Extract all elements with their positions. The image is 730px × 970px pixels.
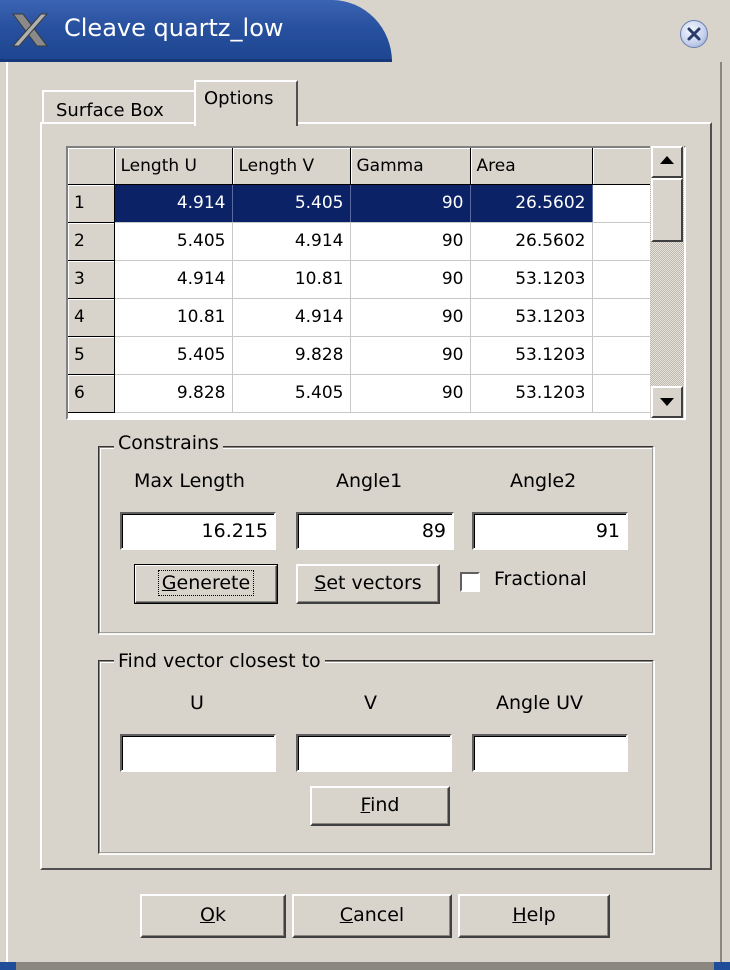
cell-gamma[interactable]: 90 xyxy=(350,184,471,223)
window-corner-right xyxy=(714,962,730,970)
cell-area[interactable]: 26.5602 xyxy=(470,184,593,223)
find-vector-legend: Find vector closest to xyxy=(114,650,325,672)
table-row[interactable]: 5 5.405 9.828 90 53.1203 xyxy=(68,336,650,375)
cell-length-u[interactable]: 5.405 xyxy=(114,336,233,375)
scrollbar-thumb[interactable] xyxy=(651,178,683,242)
cell-length-v[interactable]: 10.81 xyxy=(232,260,351,299)
cell-length-u[interactable]: 10.81 xyxy=(114,298,233,337)
cell-length-u[interactable]: 4.914 xyxy=(114,184,233,223)
window-border-left xyxy=(0,62,8,970)
cell-gamma[interactable]: 90 xyxy=(350,222,471,261)
title-bar[interactable]: Cleave quartz_low xyxy=(0,0,730,62)
angle-uv-label: Angle UV xyxy=(496,692,584,714)
arrow-down-icon xyxy=(660,398,674,406)
window-border-bottom xyxy=(8,962,720,970)
max-length-field[interactable]: 16.215 xyxy=(120,512,276,550)
column-header-gamma[interactable]: Gamma xyxy=(350,148,471,185)
angle2-label: Angle2 xyxy=(510,470,577,492)
cell-length-u[interactable]: 9.828 xyxy=(114,374,233,413)
column-header-empty xyxy=(592,148,651,185)
table-row[interactable]: 2 5.405 4.914 90 26.5602 xyxy=(68,222,650,261)
cell-length-u[interactable]: 4.914 xyxy=(114,260,233,299)
cell-area[interactable]: 26.5602 xyxy=(470,222,593,261)
column-header-length-v[interactable]: Length V xyxy=(232,148,351,185)
table-row[interactable]: 3 4.914 10.81 90 53.1203 xyxy=(68,260,650,299)
cell-area[interactable]: 53.1203 xyxy=(470,298,593,337)
cell-length-v[interactable]: 5.405 xyxy=(232,184,351,223)
help-button[interactable]: Help xyxy=(458,894,610,938)
scroll-down-button[interactable] xyxy=(651,386,683,418)
ok-button[interactable]: Ok xyxy=(140,894,286,938)
angle-uv-field[interactable] xyxy=(472,734,628,772)
arrow-up-icon xyxy=(660,156,674,164)
cell-length-v[interactable]: 5.405 xyxy=(232,374,351,413)
set-vectors-button[interactable]: Set vectors xyxy=(296,564,440,604)
vectors-grid: Length U Length V Gamma Area 1 4.914 5.4… xyxy=(68,148,651,413)
fractional-checkbox[interactable] xyxy=(460,572,480,592)
cell-length-v[interactable]: 4.914 xyxy=(232,222,351,261)
x-logo-icon[interactable] xyxy=(8,8,52,52)
column-header-length-u[interactable]: Length U xyxy=(114,148,233,185)
v-field[interactable] xyxy=(296,734,452,772)
cell-length-v[interactable]: 9.828 xyxy=(232,336,351,375)
column-header-area[interactable]: Area xyxy=(470,148,593,185)
row-header[interactable]: 4 xyxy=(68,298,115,337)
max-length-label: Max Length xyxy=(134,470,245,492)
constrains-legend: Constrains xyxy=(114,432,223,454)
cancel-button[interactable]: Cancel xyxy=(292,894,452,938)
angle1-field[interactable]: 89 xyxy=(296,512,454,550)
title-tab: Cleave quartz_low xyxy=(0,0,392,62)
table-scrollbar[interactable] xyxy=(650,146,684,418)
cell-gamma[interactable]: 90 xyxy=(350,374,471,413)
window-border-right xyxy=(720,62,730,970)
table-row[interactable]: 1 4.914 5.405 90 26.5602 xyxy=(68,184,650,223)
fractional-label[interactable]: Fractional xyxy=(494,568,587,590)
corner-header[interactable] xyxy=(68,148,115,185)
row-header[interactable]: 6 xyxy=(68,374,115,413)
find-button[interactable]: Find xyxy=(310,786,450,826)
cell-area[interactable]: 53.1203 xyxy=(470,260,593,299)
row-header[interactable]: 3 xyxy=(68,260,115,299)
cell-gamma[interactable]: 90 xyxy=(350,336,471,375)
cell-area[interactable]: 53.1203 xyxy=(470,374,593,413)
window-title: Cleave quartz_low xyxy=(64,14,284,42)
cell-gamma[interactable]: 90 xyxy=(350,298,471,337)
u-field[interactable] xyxy=(120,734,276,772)
table-row[interactable]: 6 9.828 5.405 90 53.1203 xyxy=(68,374,650,413)
row-header[interactable]: 5 xyxy=(68,336,115,375)
angle1-label: Angle1 xyxy=(336,470,403,492)
v-label: V xyxy=(364,692,377,714)
table-row[interactable]: 4 10.81 4.914 90 53.1203 xyxy=(68,298,650,337)
row-header[interactable]: 1 xyxy=(68,184,115,223)
cell-area[interactable]: 53.1203 xyxy=(470,336,593,375)
tab-surface-box[interactable]: Surface Box xyxy=(42,90,194,124)
window-corner-left xyxy=(0,962,16,970)
scroll-up-button[interactable] xyxy=(651,146,683,178)
close-button[interactable] xyxy=(680,20,708,48)
cell-length-v[interactable]: 4.914 xyxy=(232,298,351,337)
generate-button[interactable]: Generete xyxy=(134,564,278,604)
cell-gamma[interactable]: 90 xyxy=(350,260,471,299)
u-label: U xyxy=(190,692,204,714)
tab-options[interactable]: Options xyxy=(194,80,298,126)
row-header[interactable]: 2 xyxy=(68,222,115,261)
close-icon xyxy=(687,27,701,41)
vectors-table[interactable]: Length U Length V Gamma Area 1 4.914 5.4… xyxy=(66,146,686,420)
cell-length-u[interactable]: 5.405 xyxy=(114,222,233,261)
angle2-field[interactable]: 91 xyxy=(472,512,628,550)
